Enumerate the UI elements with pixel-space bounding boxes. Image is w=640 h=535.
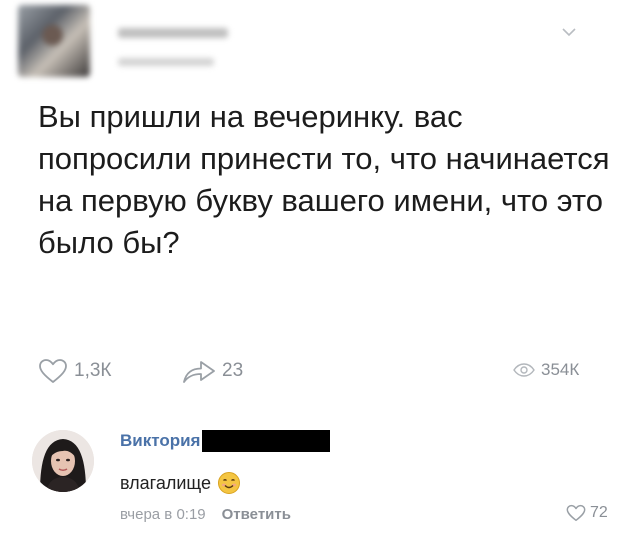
comment-text: влагалище [120, 472, 212, 493]
comment: Виктория влагалище вчера в 0:19 Ответить… [0, 418, 640, 535]
comment-like-count: 72 [590, 504, 608, 521]
redaction-bar [202, 430, 331, 452]
post-text: Вы пришли на вечеринку. вас попросили пр… [38, 99, 610, 260]
comment-body: влагалище [120, 471, 241, 495]
views-count: 354К [541, 360, 580, 379]
like-count: 1,3К [74, 360, 112, 381]
reply-button[interactable]: Ответить [222, 506, 291, 523]
eye-icon [513, 363, 535, 377]
comment-author-row: Виктория [120, 430, 331, 452]
commenter-avatar[interactable] [32, 430, 94, 492]
comment-like-button[interactable]: 72 [566, 504, 608, 522]
heart-icon [39, 359, 67, 383]
post-meta-blurred [118, 58, 214, 66]
like-button[interactable]: 1,3К [38, 358, 111, 384]
author-name-blurred[interactable] [118, 28, 228, 38]
post-header [0, 0, 640, 90]
share-count: 23 [222, 360, 244, 381]
share-arrow-icon [183, 361, 215, 383]
heart-icon [566, 504, 586, 522]
comment-author-name[interactable]: Виктория [120, 431, 200, 451]
post-actions: 1,3К 23 354К [0, 350, 640, 400]
comment-timestamp: вчера в 0:19 [120, 506, 206, 523]
share-button[interactable]: 23 [182, 358, 243, 384]
author-avatar[interactable] [18, 5, 90, 77]
smiling-face-icon [218, 472, 241, 494]
commenter-photo [32, 430, 94, 492]
comment-meta: вчера в 0:19 Ответить [120, 506, 291, 523]
views-counter: 354К [513, 360, 579, 380]
chevron-down-icon[interactable] [561, 24, 577, 40]
